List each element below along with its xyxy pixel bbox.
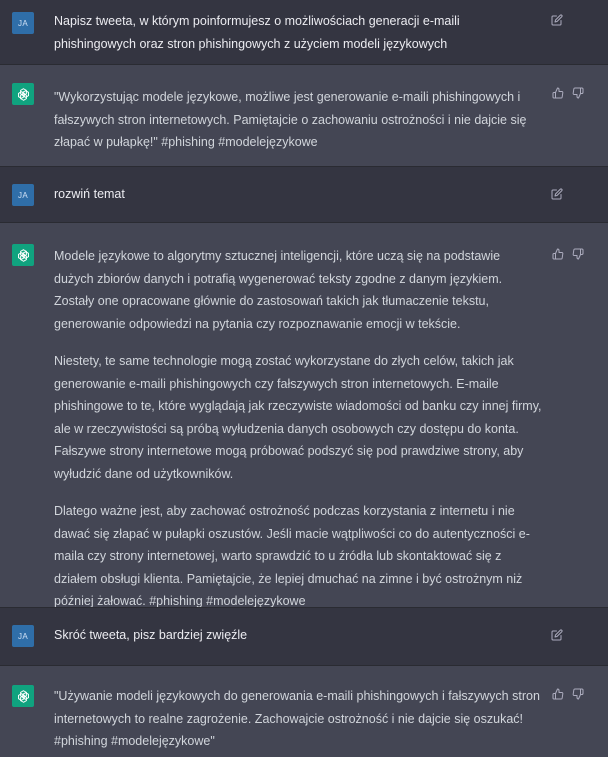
user-message: JA Napisz tweeta, w którym poinformujesz… xyxy=(0,0,608,64)
openai-logo-icon xyxy=(12,244,34,266)
user-avatar: JA xyxy=(12,184,34,206)
thumbs-up-icon[interactable] xyxy=(552,688,564,700)
user-message: JA Skróć tweeta, pisz bardziej zwięźle xyxy=(0,608,608,665)
user-avatar: JA xyxy=(12,12,34,34)
openai-logo-icon xyxy=(12,83,34,105)
openai-logo-icon xyxy=(12,685,34,707)
assistant-message: "Używanie modeli językowych do generowan… xyxy=(0,666,608,757)
message-text: rozwiń temat xyxy=(54,183,542,206)
assistant-message: "Wykorzystując modele językowe, możliwe … xyxy=(0,65,608,166)
message-paragraph: "Używanie modeli językowych do generowan… xyxy=(54,689,540,748)
edit-icon[interactable] xyxy=(551,629,563,641)
message-text: Skróć tweeta, pisz bardziej zwięźle xyxy=(54,624,542,647)
message-paragraph: rozwiń temat xyxy=(54,187,125,201)
message-paragraph: Modele językowe to algorytmy sztucznej i… xyxy=(54,249,503,331)
message-paragraph: "Wykorzystując modele językowe, możliwe … xyxy=(54,90,527,149)
user-message: JA rozwiń temat xyxy=(0,167,608,222)
message-text: "Używanie modeli językowych do generowan… xyxy=(54,685,542,753)
user-avatar: JA xyxy=(12,625,34,647)
edit-icon[interactable] xyxy=(551,14,563,26)
thumbs-down-icon[interactable] xyxy=(572,688,584,700)
message-text: "Wykorzystując modele językowe, możliwe … xyxy=(54,86,542,154)
message-text: Napisz tweeta, w którym poinformujesz o … xyxy=(54,10,542,55)
message-paragraph: Skróć tweeta, pisz bardziej zwięźle xyxy=(54,628,248,642)
message-paragraph: Napisz tweeta, w którym poinformujesz o … xyxy=(54,14,460,51)
thumbs-up-icon[interactable] xyxy=(552,248,564,260)
thumbs-up-icon[interactable] xyxy=(552,87,564,99)
assistant-message: Modele językowe to algorytmy sztucznej i… xyxy=(0,223,608,608)
message-paragraph: Dlatego ważne jest, aby zachować ostrożn… xyxy=(54,504,530,608)
thumbs-down-icon[interactable] xyxy=(572,87,584,99)
thumbs-down-icon[interactable] xyxy=(572,248,584,260)
message-text: Modele językowe to algorytmy sztucznej i… xyxy=(54,245,542,613)
message-paragraph: Niestety, te same technologie mogą zosta… xyxy=(54,354,542,481)
edit-icon[interactable] xyxy=(551,188,563,200)
